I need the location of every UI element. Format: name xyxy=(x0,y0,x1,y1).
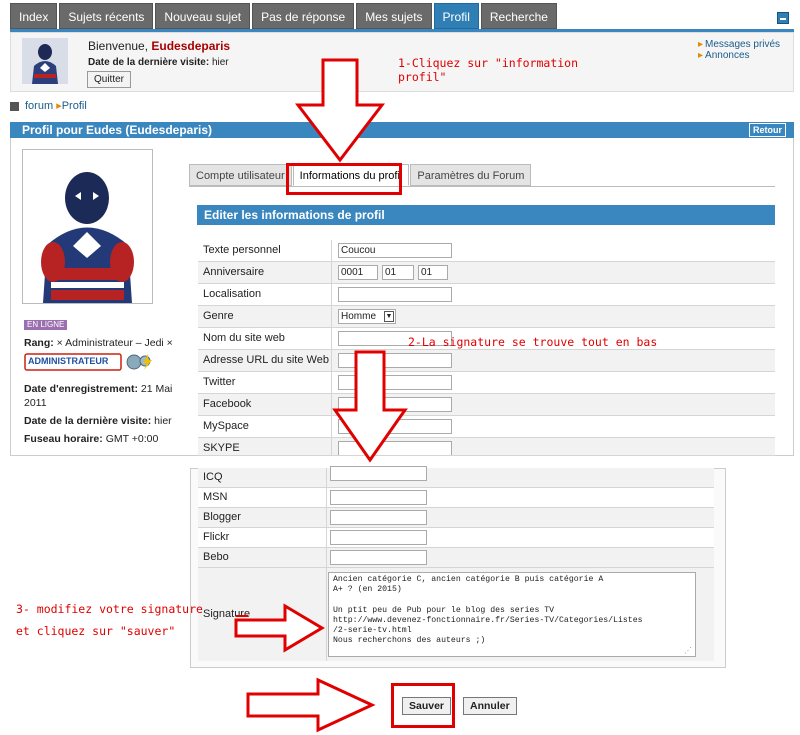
down-arrow-icon xyxy=(332,350,408,463)
right-arrow-icon xyxy=(246,677,376,733)
right-arrow-icon xyxy=(234,603,325,653)
down-arrow-icon xyxy=(294,58,386,163)
annotation-arrows xyxy=(234,58,408,733)
